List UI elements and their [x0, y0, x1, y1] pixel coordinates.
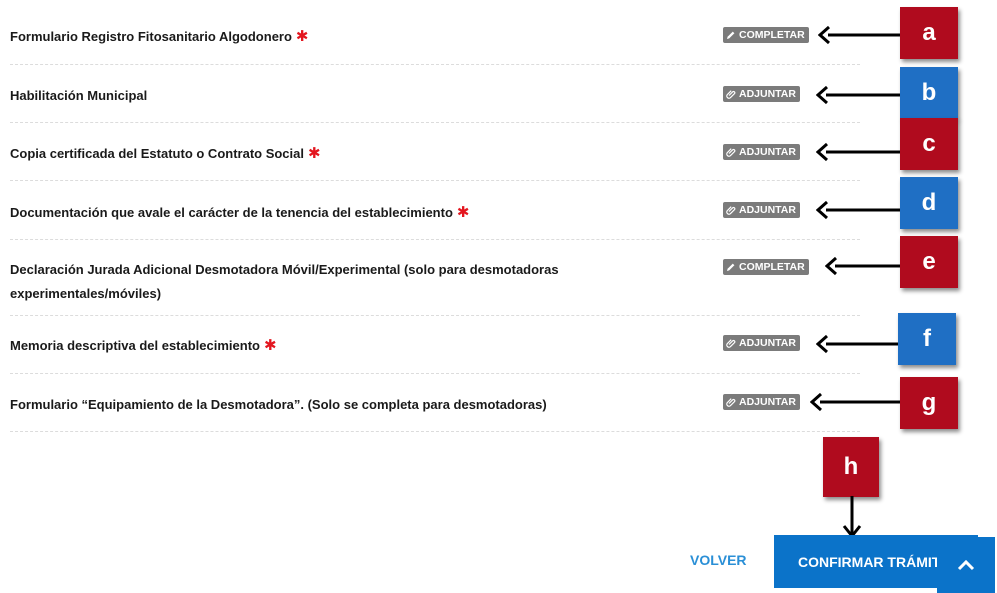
item-label-text: Documentación que avale el carácter de l… [10, 205, 453, 220]
item-label: Formulario “Equipamiento de la Desmotado… [10, 393, 547, 417]
attach-button[interactable]: ADJUNTAR [723, 144, 800, 160]
complete-button[interactable]: COMPLETAR [723, 27, 809, 43]
item-label-text: Declaración Jurada Adicional Desmotadora… [10, 262, 559, 277]
left-arrow-icon [825, 256, 903, 276]
annotation-tag-f: f [898, 313, 956, 365]
item-label-text: Formulario Registro Fitosanitario Algodo… [10, 29, 292, 44]
attach-button[interactable]: ADJUNTAR [723, 86, 800, 102]
item-label: Habilitación Municipal [10, 84, 147, 108]
left-arrow-icon [818, 25, 904, 45]
annotation-tag-a: a [900, 7, 958, 59]
annotation-tag-d: d [900, 177, 958, 229]
attach-button-label: ADJUNTAR [739, 146, 796, 158]
annotation-tag-c: c [900, 118, 958, 170]
list-item: Declaración Jurada Adicional Desmotadora… [10, 240, 860, 316]
item-label: Copia certificada del Estatuto o Contrat… [10, 142, 321, 166]
item-label-text: Memoria descriptiva del establecimiento [10, 338, 260, 353]
attach-button-label: ADJUNTAR [739, 396, 796, 408]
attach-button-label: ADJUNTAR [739, 204, 796, 216]
item-label: Formulario Registro Fitosanitario Algodo… [10, 25, 309, 49]
scroll-top-button[interactable] [937, 537, 995, 593]
back-link[interactable]: VOLVER [690, 552, 747, 568]
item-label-text: Formulario “Equipamiento de la Desmotado… [10, 397, 547, 412]
required-asterisk-icon: ✱ [263, 337, 277, 354]
left-arrow-icon [810, 392, 902, 412]
left-arrow-icon [816, 200, 902, 220]
pencil-icon [726, 262, 736, 272]
attach-button[interactable]: ADJUNTAR [723, 335, 800, 351]
attach-button[interactable]: ADJUNTAR [723, 394, 800, 410]
item-label: Declaración Jurada Adicional Desmotadora… [10, 258, 559, 306]
paperclip-icon [726, 397, 736, 407]
left-arrow-icon [816, 334, 902, 354]
item-label-text: experimentales/móviles) [10, 286, 162, 301]
complete-button[interactable]: COMPLETAR [723, 259, 809, 275]
item-label-text: Habilitación Municipal [10, 88, 148, 103]
annotation-tag-h: h [823, 437, 879, 497]
item-label: Documentación que avale el carácter de l… [10, 201, 469, 225]
paperclip-icon [726, 205, 736, 215]
annotation-tag-e: e [900, 236, 958, 288]
pencil-icon [726, 30, 736, 40]
required-asterisk-icon: ✱ [308, 145, 321, 162]
attach-button-label: ADJUNTAR [739, 337, 796, 349]
left-arrow-icon [816, 142, 902, 162]
paperclip-icon [726, 338, 736, 348]
complete-button-label: COMPLETAR [739, 29, 805, 41]
annotation-tag-b: b [900, 67, 958, 119]
required-asterisk-icon: ✱ [456, 204, 470, 221]
down-arrow-icon [842, 496, 862, 539]
left-arrow-icon [816, 85, 902, 105]
complete-button-label: COMPLETAR [739, 261, 805, 273]
paperclip-icon [726, 147, 736, 157]
chevron-up-icon [957, 559, 975, 571]
item-label-text: Copia certificada del Estatuto o Contrat… [10, 146, 304, 161]
item-label: Memoria descriptiva del establecimiento ✱ [10, 334, 277, 358]
attach-button[interactable]: ADJUNTAR [723, 202, 800, 218]
paperclip-icon [726, 89, 736, 99]
required-asterisk-icon: ✱ [295, 28, 309, 45]
annotation-tag-g: g [900, 377, 958, 429]
attach-button-label: ADJUNTAR [739, 88, 796, 100]
